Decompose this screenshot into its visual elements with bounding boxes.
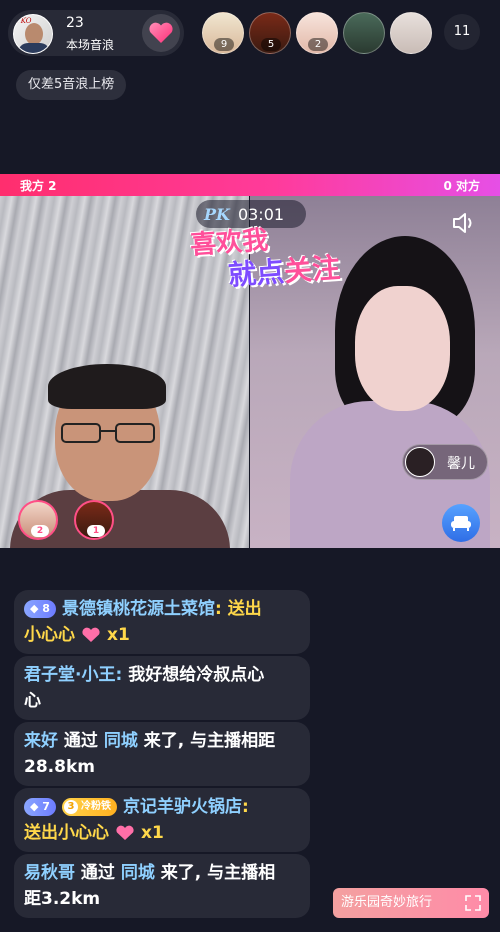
- pk-our-score: 我方 2: [20, 179, 57, 193]
- chat-username[interactable]: 来好: [24, 731, 58, 751]
- chat-message[interactable]: 来好 通过 同城 来了, 与主播相距 28.8km: [14, 722, 310, 786]
- sofa-icon: [451, 516, 471, 531]
- sticker-text-part: 关注: [282, 251, 342, 288]
- follow-heart-button[interactable]: [142, 14, 180, 52]
- viewer-avatar[interactable]: [390, 12, 432, 54]
- host-wave-label: 本场音浪: [66, 38, 115, 52]
- viewer-count-button[interactable]: 11: [444, 14, 480, 50]
- pk-score-bar: 我方 2 0 对方: [0, 174, 500, 196]
- gift-multiplier: x1: [107, 625, 130, 645]
- chat-message[interactable]: 君子堂·小王: 我好想给冷叔点心 心: [14, 656, 310, 720]
- chat-message[interactable]: ◆ 7 3 冷粉铁 京记羊驴火锅店: 送出小心心 x1: [14, 788, 310, 852]
- viewer-rank-badge: 2: [308, 38, 328, 51]
- user-level-badge: ◆ 8: [24, 600, 56, 618]
- pk-contributor-avatar[interactable]: 1: [74, 500, 114, 540]
- viewer-avatar[interactable]: [343, 12, 385, 54]
- pk-opponent-score: 0 对方: [443, 179, 480, 193]
- opponent-name: 馨儿: [447, 456, 475, 472]
- chat-action: 送出: [227, 599, 262, 619]
- avatar-shirt: [18, 43, 50, 53]
- chat-username[interactable]: 君子堂·小王: [24, 665, 115, 685]
- sticker-text-part: 就点: [227, 255, 286, 292]
- chat-text: 心: [24, 691, 41, 711]
- contributor-rank-badge: 1: [87, 525, 105, 537]
- chat-message[interactable]: ◆ 8 景德镇桃花源土菜馆: 送出 小心心 x1: [14, 590, 310, 654]
- pk-logo: PK: [204, 204, 230, 224]
- opponent-face: [355, 286, 450, 411]
- fan-badge: 3 冷粉铁: [61, 798, 117, 816]
- glasses-icon: [61, 423, 155, 443]
- chat-text: 来了, 与主播相距: [143, 731, 276, 751]
- chat-action: 送出: [24, 823, 58, 843]
- fan-label: 冷粉铁: [80, 801, 111, 812]
- chat-separator: :: [115, 665, 123, 685]
- chat-separator: :: [241, 797, 249, 817]
- opponent-avatar: [405, 447, 435, 477]
- viewer-avatar[interactable]: 9: [202, 12, 244, 54]
- sticker-text: 就点关注: [227, 246, 342, 294]
- fan-level: 3: [63, 800, 78, 814]
- chat-text: 我好想给冷叔点心: [128, 665, 265, 685]
- heart-gift-icon: [82, 627, 100, 642]
- chat-text: 通过: [80, 863, 115, 883]
- gift-multiplier: x1: [141, 823, 164, 843]
- viewer-avatar[interactable]: 2: [296, 12, 338, 54]
- host-card[interactable]: PKO 23 本场音浪: [8, 10, 184, 56]
- host-avatar[interactable]: PKO: [13, 14, 53, 54]
- user-level: 7: [42, 800, 50, 813]
- chat-message[interactable]: 易秋哥 通过 同城 来了, 与主播相 距3.2km: [14, 854, 310, 918]
- user-level-badge: ◆ 7: [24, 798, 56, 816]
- chat-separator: :: [214, 599, 222, 619]
- chat-username[interactable]: 京记羊驴火锅店: [123, 797, 242, 817]
- viewer-rank-badge: 5: [261, 38, 281, 51]
- game-entry-label: 游乐园奇妙旅行: [341, 895, 433, 910]
- gift-name: 小心心: [58, 823, 109, 843]
- heart-gift-icon: [116, 825, 134, 840]
- chat-via: 同城: [120, 863, 155, 883]
- chat-text: 通过: [63, 731, 98, 751]
- user-level: 8: [42, 602, 50, 615]
- contributor-rank-badge: 2: [31, 525, 49, 537]
- avatar-face: [25, 23, 43, 45]
- host-wave-count: 23: [66, 15, 84, 31]
- volume-icon[interactable]: [448, 208, 478, 238]
- rank-hint-pill[interactable]: 仅差5音浪上榜: [16, 70, 127, 100]
- expand-icon[interactable]: [463, 893, 483, 913]
- sofa-button[interactable]: [442, 504, 480, 542]
- chat-text: 来了, 与主播相: [160, 863, 276, 883]
- chat-text: 28.8km: [24, 757, 95, 777]
- host-hair: [48, 364, 166, 409]
- pk-contributor-avatar[interactable]: 2: [18, 500, 58, 540]
- chat-via: 同城: [103, 731, 138, 751]
- gift-name: 小心心: [24, 625, 75, 645]
- chat-username[interactable]: 景德镇桃花源土菜馆: [62, 599, 215, 619]
- viewer-rank-badge: 9: [214, 38, 234, 51]
- chat-text: 距3.2km: [24, 889, 101, 909]
- viewer-avatar[interactable]: 5: [249, 12, 291, 54]
- heart-icon: [149, 22, 173, 43]
- opponent-host-chip[interactable]: 馨儿: [402, 444, 488, 480]
- game-entry-pill[interactable]: 游乐园奇妙旅行: [333, 888, 489, 918]
- chat-username[interactable]: 易秋哥: [24, 863, 75, 883]
